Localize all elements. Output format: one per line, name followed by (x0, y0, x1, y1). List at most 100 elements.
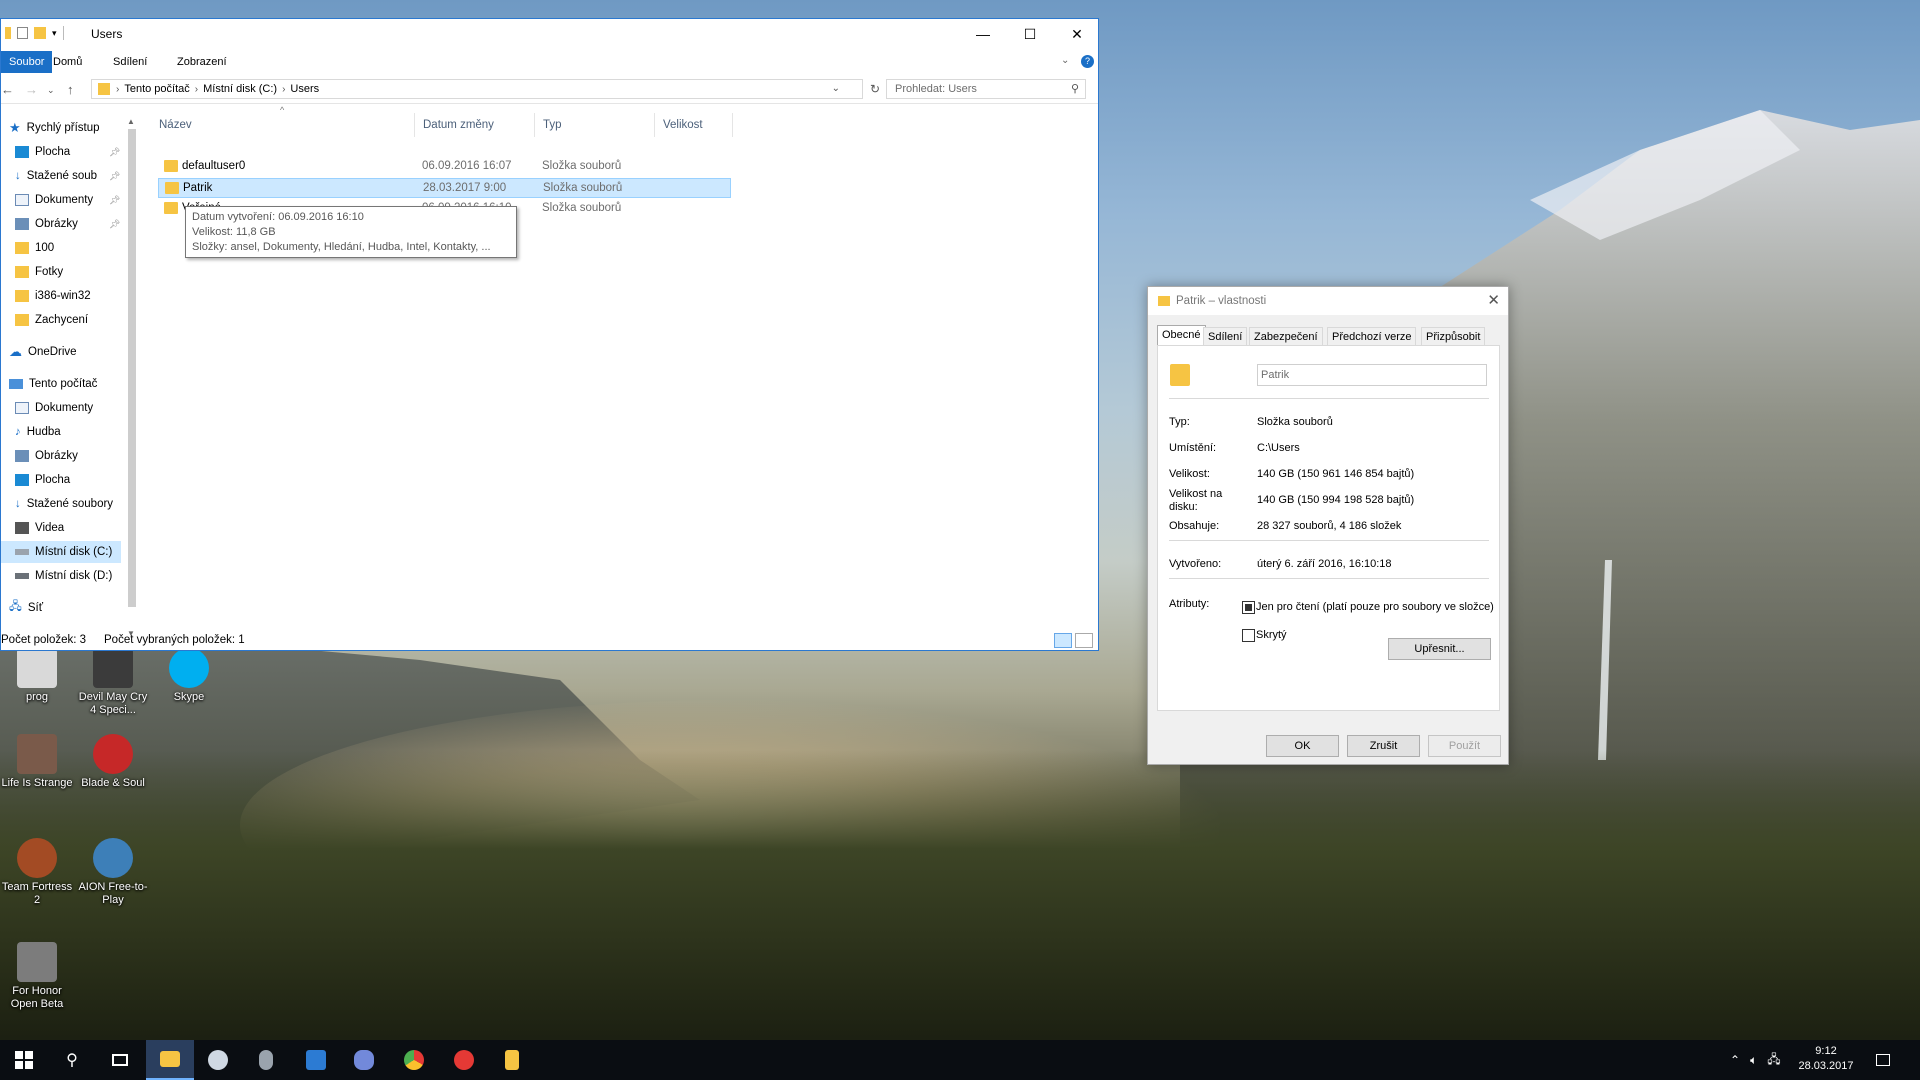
back-arrow-icon[interactable]: ← (1, 82, 14, 97)
nav-network[interactable]: 🖧︎ Síť (9, 597, 43, 619)
tab-home[interactable]: Domů (45, 51, 90, 73)
nav-item-pictures[interactable]: Obrázky 📌︎ (15, 213, 120, 235)
pin-icon[interactable]: 📌︎ (109, 195, 120, 206)
column-date-modified[interactable]: Datum změny (415, 113, 535, 137)
volume-icon[interactable]: 🔈︎ (1750, 1053, 1757, 1068)
nav-item-downloads[interactable]: ↓ Stažené soub 📌︎ (15, 165, 120, 187)
taskbar-steam[interactable] (194, 1040, 242, 1080)
nav-item-documents[interactable]: Dokumenty 📌︎ (15, 189, 120, 211)
nav-item-desktop[interactable]: Plocha 📌︎ (15, 141, 120, 163)
pin-icon[interactable]: 📌︎ (109, 219, 120, 230)
tab-view[interactable]: Zobrazení (169, 51, 235, 73)
taskbar-file-explorer[interactable] (146, 1040, 194, 1080)
hidden-checkbox[interactable] (1242, 629, 1255, 642)
cancel-button[interactable]: Zrušit (1347, 735, 1420, 757)
column-name[interactable]: Název (151, 113, 415, 137)
pin-icon[interactable]: 📌︎ (109, 171, 120, 182)
desktop-icon-prog[interactable]: prog (0, 648, 74, 704)
refresh-icon[interactable]: ↻ (870, 82, 880, 96)
scroll-thumb[interactable] (128, 129, 136, 607)
chevron-down-icon[interactable]: ⌄ (1061, 55, 1069, 66)
size-label: Velikost: (1169, 468, 1210, 480)
nav-pc-pictures[interactable]: Obrázky (15, 445, 78, 467)
nav-item-zachyceni[interactable]: Zachycení (15, 309, 88, 331)
up-arrow-icon[interactable]: ↑ (67, 82, 74, 97)
network-icon[interactable]: 🖧︎ (1767, 1050, 1780, 1071)
taskbar-chrome[interactable] (390, 1040, 438, 1080)
breadcrumb-local-disk-c[interactable]: Místní disk (C:) (203, 83, 277, 95)
table-row-selected[interactable]: Patrik 28.03.2017 9:00 Složka souborů (158, 178, 731, 198)
nav-pc-downloads[interactable]: ↓ Stažené soubory (15, 493, 113, 515)
action-center-button[interactable] (1876, 1040, 1890, 1080)
selected-count: Počet vybraných položek: 1 (104, 634, 245, 646)
column-size[interactable]: Velikost (655, 113, 733, 137)
breadcrumb-users[interactable]: Users (290, 83, 319, 95)
pin-icon[interactable]: 📌︎ (109, 147, 120, 158)
nav-item-i386-win32[interactable]: i386-win32 (15, 285, 91, 307)
nav-pc-music[interactable]: ♪ Hudba (15, 421, 61, 443)
chevron-up-icon[interactable]: ⌃ (1730, 1053, 1740, 1067)
nav-scrollbar[interactable]: ▲ ▼ (125, 117, 137, 639)
desktop-icon-for-honor[interactable]: For Honor Open Beta (0, 942, 74, 1011)
taskbar-app[interactable] (242, 1040, 290, 1080)
details-view-button[interactable] (1054, 633, 1072, 648)
tab-customize[interactable]: Přizpůsobit (1421, 327, 1486, 346)
close-icon[interactable]: ✕ (1487, 291, 1500, 309)
nav-this-pc[interactable]: Tento počítač (9, 373, 97, 395)
nav-pc-desktop[interactable]: Plocha (15, 469, 70, 491)
readonly-checkbox[interactable] (1242, 601, 1255, 614)
desktop-icon-skype[interactable]: Skype (152, 648, 226, 704)
close-button[interactable]: ✕ (1054, 19, 1100, 49)
desktop-icon-blade-and-soul[interactable]: Blade & Soul (76, 734, 150, 790)
breadcrumb-this-pc[interactable]: Tento počítač (124, 83, 189, 95)
chevron-down-icon[interactable]: ⌄ (47, 85, 55, 96)
large-icons-view-button[interactable] (1075, 633, 1093, 648)
clock[interactable]: 9:12 28.03.2017 (1794, 1044, 1858, 1074)
maximize-button[interactable]: ☐ (1007, 19, 1053, 49)
chevron-right-icon[interactable]: › (282, 84, 285, 95)
search-button[interactable]: ⚲ (48, 1040, 96, 1080)
nav-onedrive[interactable]: ☁ OneDrive (9, 341, 77, 363)
forward-arrow-icon[interactable]: → (25, 82, 38, 97)
nav-pc-videos[interactable]: Videa (15, 517, 64, 539)
column-type[interactable]: Typ (535, 113, 655, 137)
tab-sharing[interactable]: Sdílení (1203, 327, 1248, 346)
task-view-button[interactable] (96, 1040, 144, 1080)
nav-item-folder-100[interactable]: 100 (15, 237, 54, 259)
tab-previous-versions[interactable]: Předchozí verze (1327, 327, 1417, 346)
taskbar-game[interactable] (440, 1040, 488, 1080)
apply-button[interactable]: Použít (1428, 735, 1501, 757)
notification-icon (1876, 1054, 1890, 1066)
nav-pc-local-disk-c[interactable]: Místní disk (C:) (1, 541, 121, 563)
chevron-right-icon[interactable]: › (195, 84, 198, 95)
start-button[interactable] (0, 1040, 48, 1080)
minimize-button[interactable]: — (960, 19, 1006, 49)
search-input[interactable]: Prohledat: Users ⚲ (886, 79, 1086, 99)
advanced-button[interactable]: Upřesnit... (1388, 638, 1491, 660)
scroll-up-icon[interactable]: ▲ (127, 117, 135, 126)
folder-name-field[interactable]: Patrik (1257, 364, 1487, 386)
help-icon[interactable]: ? (1081, 55, 1094, 68)
breadcrumb: › Tento počítač › Místní disk (C:) › Use… (116, 83, 319, 95)
nav-quick-access[interactable]: ★ Rychlý přístup (9, 117, 100, 139)
chevron-down-icon[interactable]: ⌄ (832, 83, 840, 94)
table-row[interactable]: defaultuser0 06.09.2016 16:07 Složka sou… (158, 157, 731, 177)
taskbar-notes[interactable] (488, 1040, 536, 1080)
desktop-icon-aion[interactable]: AION Free-to-Play (76, 838, 150, 907)
desktop-icon-team-fortress[interactable]: Team Fortress 2 (0, 838, 74, 907)
nav-item-fotky[interactable]: Fotky (15, 261, 63, 283)
taskbar-discord[interactable] (340, 1040, 388, 1080)
tab-general[interactable]: Obecné (1157, 325, 1206, 346)
nav-pc-local-disk-d[interactable]: Místní disk (D:) (15, 565, 112, 587)
ok-button[interactable]: OK (1266, 735, 1339, 757)
chevron-down-icon[interactable]: ▾ (52, 28, 57, 39)
address-bar[interactable]: › Tento počítač › Místní disk (C:) › Use… (91, 79, 880, 99)
tab-security[interactable]: Zabezpečení (1249, 327, 1323, 346)
tab-share[interactable]: Sdílení (105, 51, 155, 73)
taskbar-photoshop[interactable] (292, 1040, 340, 1080)
nav-pc-documents[interactable]: Dokumenty (15, 397, 93, 419)
new-folder-icon[interactable] (34, 27, 46, 39)
properties-icon[interactable] (17, 27, 28, 39)
desktop-icon-life-is-strange[interactable]: Life Is Strange (0, 734, 74, 790)
desktop-icon-devil-may-cry[interactable]: Devil May Cry 4 Speci... (76, 648, 150, 717)
